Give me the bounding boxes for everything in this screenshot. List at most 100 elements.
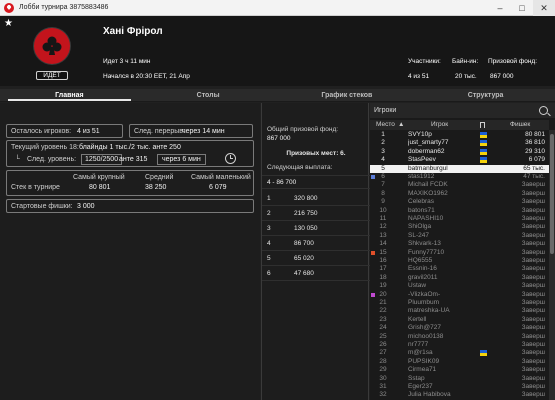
player-name: just_smarty77: [408, 139, 449, 147]
player-name: -VlizkaOm-: [408, 290, 441, 298]
player-row[interactable]: 27 m@r1sa Заверш: [370, 349, 549, 357]
player-row[interactable]: 2 just_smarty77 36 810: [370, 139, 549, 147]
player-place: 17: [379, 265, 387, 273]
tab-stack-chart[interactable]: График стеков: [278, 89, 417, 101]
player-place: 25: [379, 332, 387, 340]
player-row[interactable]: 4 StasPeev 6 079: [370, 156, 549, 164]
player-place: 5: [381, 164, 385, 172]
col-place[interactable]: Место: [376, 120, 395, 130]
player-place: 14: [379, 240, 387, 248]
status-badge: ИДЁТ: [36, 71, 68, 80]
scrollbar-thumb[interactable]: [550, 134, 554, 254]
maximize-button[interactable]: □: [511, 0, 533, 16]
player-row[interactable]: 5 batmanburgul 65 тыс.: [370, 164, 549, 173]
sort-up-icon[interactable]: ▲: [398, 120, 404, 130]
player-row[interactable]: 16 HQ6555 Заверш: [370, 257, 549, 265]
player-row[interactable]: 22 matreshka-UA Заверш: [370, 307, 549, 315]
player-row[interactable]: 12 ShiOlga Заверш: [370, 223, 549, 231]
player-row[interactable]: 20 -VlizkaOm- Заверш: [370, 291, 549, 299]
tab-structure[interactable]: Структура: [416, 89, 555, 101]
running-time: Идет 3 ч 11 мин: [103, 58, 151, 65]
player-chips: Заверш: [521, 349, 545, 357]
player-row[interactable]: 14 Shkvark-13 Заверш: [370, 240, 549, 248]
clock-icon[interactable]: [225, 153, 236, 164]
payout-row: 2 216 750: [262, 206, 370, 221]
player-chips: Заверш: [521, 332, 545, 340]
player-row[interactable]: 1 SVY10p 80 801: [370, 131, 549, 139]
close-button[interactable]: ✕: [533, 0, 555, 16]
player-row[interactable]: 30 Sstap Заверш: [370, 375, 549, 383]
payout-row: 6 47 680: [262, 266, 370, 281]
player-place: 7: [381, 181, 385, 189]
player-row[interactable]: 7 Michail FCDK Заверш: [370, 181, 549, 189]
col-chips[interactable]: Фишек: [510, 120, 530, 130]
players-scrollbar[interactable]: [549, 130, 555, 400]
player-chips: 29 310: [525, 147, 545, 155]
player-name: stas1912: [408, 173, 435, 180]
player-row[interactable]: 9 Celebras Заверш: [370, 198, 549, 206]
player-name: batons71: [408, 206, 435, 214]
player-row[interactable]: 8 MAXIKO1962 Заверш: [370, 190, 549, 198]
player-place: 19: [379, 282, 387, 290]
country-flag-icon: [480, 148, 487, 155]
payout-amount: 216 750: [294, 210, 318, 217]
next-level-ante: анте 315: [119, 156, 148, 163]
player-row[interactable]: 28 PUPSIK09 Заверш: [370, 358, 549, 366]
player-row[interactable]: 23 Kertell Заверш: [370, 316, 549, 324]
player-row[interactable]: 21 Pluumbum Заверш: [370, 299, 549, 307]
tab-main[interactable]: Главная: [0, 89, 139, 101]
main-info-panel: Осталось игроков: 4 из 51 След. перерыв:…: [0, 103, 260, 400]
col-player[interactable]: Игрок: [431, 120, 448, 130]
flag-column-icon[interactable]: [480, 122, 485, 128]
player-chips: Заверш: [521, 307, 545, 315]
payout-amount: 86 700: [294, 240, 314, 247]
search-icon[interactable]: [539, 106, 548, 115]
player-place: 22: [379, 307, 387, 315]
player-row[interactable]: 29 Cirmea71 Заверш: [370, 366, 549, 374]
player-row[interactable]: 11 NAPASHI10 Заверш: [370, 215, 549, 223]
player-name: MAXIKO1962: [408, 189, 448, 197]
payout-place: 4: [267, 240, 271, 247]
tournament-header: ★ ИДЁТ Хані Фрірол Идет 3 ч 11 мин Начал…: [0, 16, 555, 86]
player-row[interactable]: 24 Grish@727 Заверш: [370, 324, 549, 332]
player-row[interactable]: 10 batons71 Заверш: [370, 207, 549, 215]
player-place: 24: [379, 324, 387, 332]
player-chips: Заверш: [521, 315, 545, 323]
player-place: 10: [379, 206, 387, 214]
player-row[interactable]: 18 gravil2011 Заверш: [370, 274, 549, 282]
player-chips: Заверш: [521, 341, 545, 348]
players-panel: Игроки Место ▲ Игрок Фишек 1 SVY10p 80 801…: [370, 103, 555, 400]
player-row[interactable]: 13 SL-247 Заверш: [370, 232, 549, 240]
next-break-value: через 14 мин: [182, 128, 225, 135]
player-name: Shkvark-13: [408, 240, 441, 248]
player-chips: Заверш: [521, 273, 545, 281]
player-chips: Заверш: [521, 240, 545, 248]
window-controls: – □ ✕: [489, 0, 555, 16]
player-name: Cirmea71: [408, 366, 437, 374]
player-row[interactable]: 3 doberman62 29 310: [370, 148, 549, 156]
next-level-blinds: 1250/2500: [81, 154, 123, 165]
minimize-button[interactable]: –: [489, 0, 511, 16]
prize-pool-total-label: Общий призовой фонд:: [267, 126, 339, 133]
player-row[interactable]: 32 Julia Habibova Заверш: [370, 391, 549, 399]
star-icon[interactable]: ★: [4, 18, 13, 29]
player-row[interactable]: 6 stas1912 47 тыс.: [370, 173, 549, 181]
player-row[interactable]: 26 nr7777 Заверш: [370, 341, 549, 349]
player-row[interactable]: 15 Funny77710 Заверш: [370, 249, 549, 257]
tab-tables[interactable]: Столы: [139, 89, 278, 101]
player-row[interactable]: 31 Eger237 Заверш: [370, 383, 549, 391]
player-name: m@r1sa: [408, 349, 433, 357]
player-row[interactable]: 17 Essnin-16 Заверш: [370, 265, 549, 273]
player-chips: Заверш: [521, 181, 545, 189]
start-time: Начался в 20:30 EET, 21 Апр: [103, 73, 190, 80]
player-place: 16: [379, 257, 387, 264]
payout-amount: 47 680: [294, 270, 314, 277]
next-break-label: След. перерыв:: [134, 128, 185, 135]
player-row[interactable]: 19 Ustaw Заверш: [370, 282, 549, 290]
prize-pool-label: Призовой фонд:: [488, 58, 538, 65]
player-row[interactable]: 25 michoo0138 Заверш: [370, 333, 549, 341]
stack-avg-label: Средний: [145, 174, 174, 181]
player-chips: 6 079: [528, 156, 545, 164]
current-level-value: блайнды 1 тыс./2 тыс. анте 250: [79, 144, 181, 151]
next-level-countdown: через 6 мин: [157, 154, 206, 165]
